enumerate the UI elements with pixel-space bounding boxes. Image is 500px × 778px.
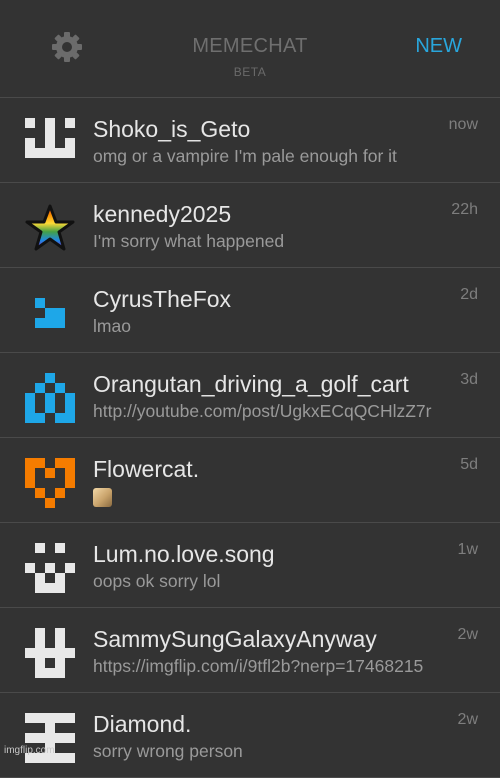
chat-time: 1w: [457, 541, 478, 558]
chat-time: 5d: [460, 456, 478, 473]
chat-message: oops ok sorry lol: [93, 571, 221, 591]
chat-list: Shoko_is_Geto omg or a vampire I'm pale …: [0, 98, 500, 778]
chat-name: Orangutan_driving_a_golf_cart: [93, 371, 409, 397]
chat-name: CyrusTheFox: [93, 286, 232, 312]
chat-name: Shoko_is_Geto: [93, 116, 251, 142]
chat-name: Flowercat.: [93, 456, 200, 482]
new-chat-button[interactable]: NEW: [415, 35, 462, 58]
blue-pixel-avatar: [25, 288, 75, 338]
chat-row[interactable]: CyrusTheFox lmao 2d: [0, 268, 500, 353]
white-pixel-avatar: [25, 543, 75, 593]
chat-time: 2w: [457, 626, 478, 643]
image-thumbnail-icon: [93, 488, 112, 507]
app-header: MEMECHAT BETA NEW: [0, 0, 500, 98]
chat-row[interactable]: Shoko_is_Geto omg or a vampire I'm pale …: [0, 98, 500, 183]
blue-pixel-pattern-avatar: [25, 373, 75, 423]
chat-time: 22h: [451, 201, 478, 218]
chat-name: SammySungGalaxyAnyway: [93, 626, 377, 652]
rainbow-star-avatar: [25, 203, 75, 253]
chat-message: http://youtube.com/post/UgkxECqQCHlzZ7r: [93, 401, 432, 421]
orange-heart-pixel-avatar: [25, 458, 75, 508]
chat-message: https://imgflip.com/i/9tfl2b?nerp=174682…: [93, 656, 424, 676]
white-smile-pixel-avatar: [25, 118, 75, 168]
chat-time: now: [448, 116, 478, 133]
chat-row[interactable]: SammySungGalaxyAnyway https://imgflip.co…: [0, 608, 500, 693]
chat-message: I'm sorry what happened: [93, 231, 285, 251]
watermark: imgflip.com: [4, 745, 55, 756]
chat-row[interactable]: Orangutan_driving_a_golf_cart http://you…: [0, 353, 500, 438]
chat-time: 2w: [457, 711, 478, 728]
chat-name: Lum.no.love.song: [93, 541, 275, 567]
chat-name: kennedy2025: [93, 201, 232, 227]
chat-message: [93, 486, 479, 510]
chat-row[interactable]: Diamond. sorry wrong person 2w: [0, 693, 500, 778]
chat-message: lmao: [93, 316, 131, 336]
chat-name: Diamond.: [93, 711, 192, 737]
white-pixel-pattern-avatar: [25, 628, 75, 678]
chat-message: omg or a vampire I'm pale enough for it: [93, 146, 397, 166]
app-subtitle: BETA: [233, 65, 267, 79]
chat-time: 2d: [460, 286, 478, 303]
chat-row[interactable]: Flowercat. 5d: [0, 438, 500, 523]
chat-row[interactable]: Lum.no.love.song oops ok sorry lol 1w: [0, 523, 500, 608]
chat-time: 3d: [460, 371, 478, 388]
chat-row[interactable]: kennedy2025 I'm sorry what happened 22h: [0, 183, 500, 268]
